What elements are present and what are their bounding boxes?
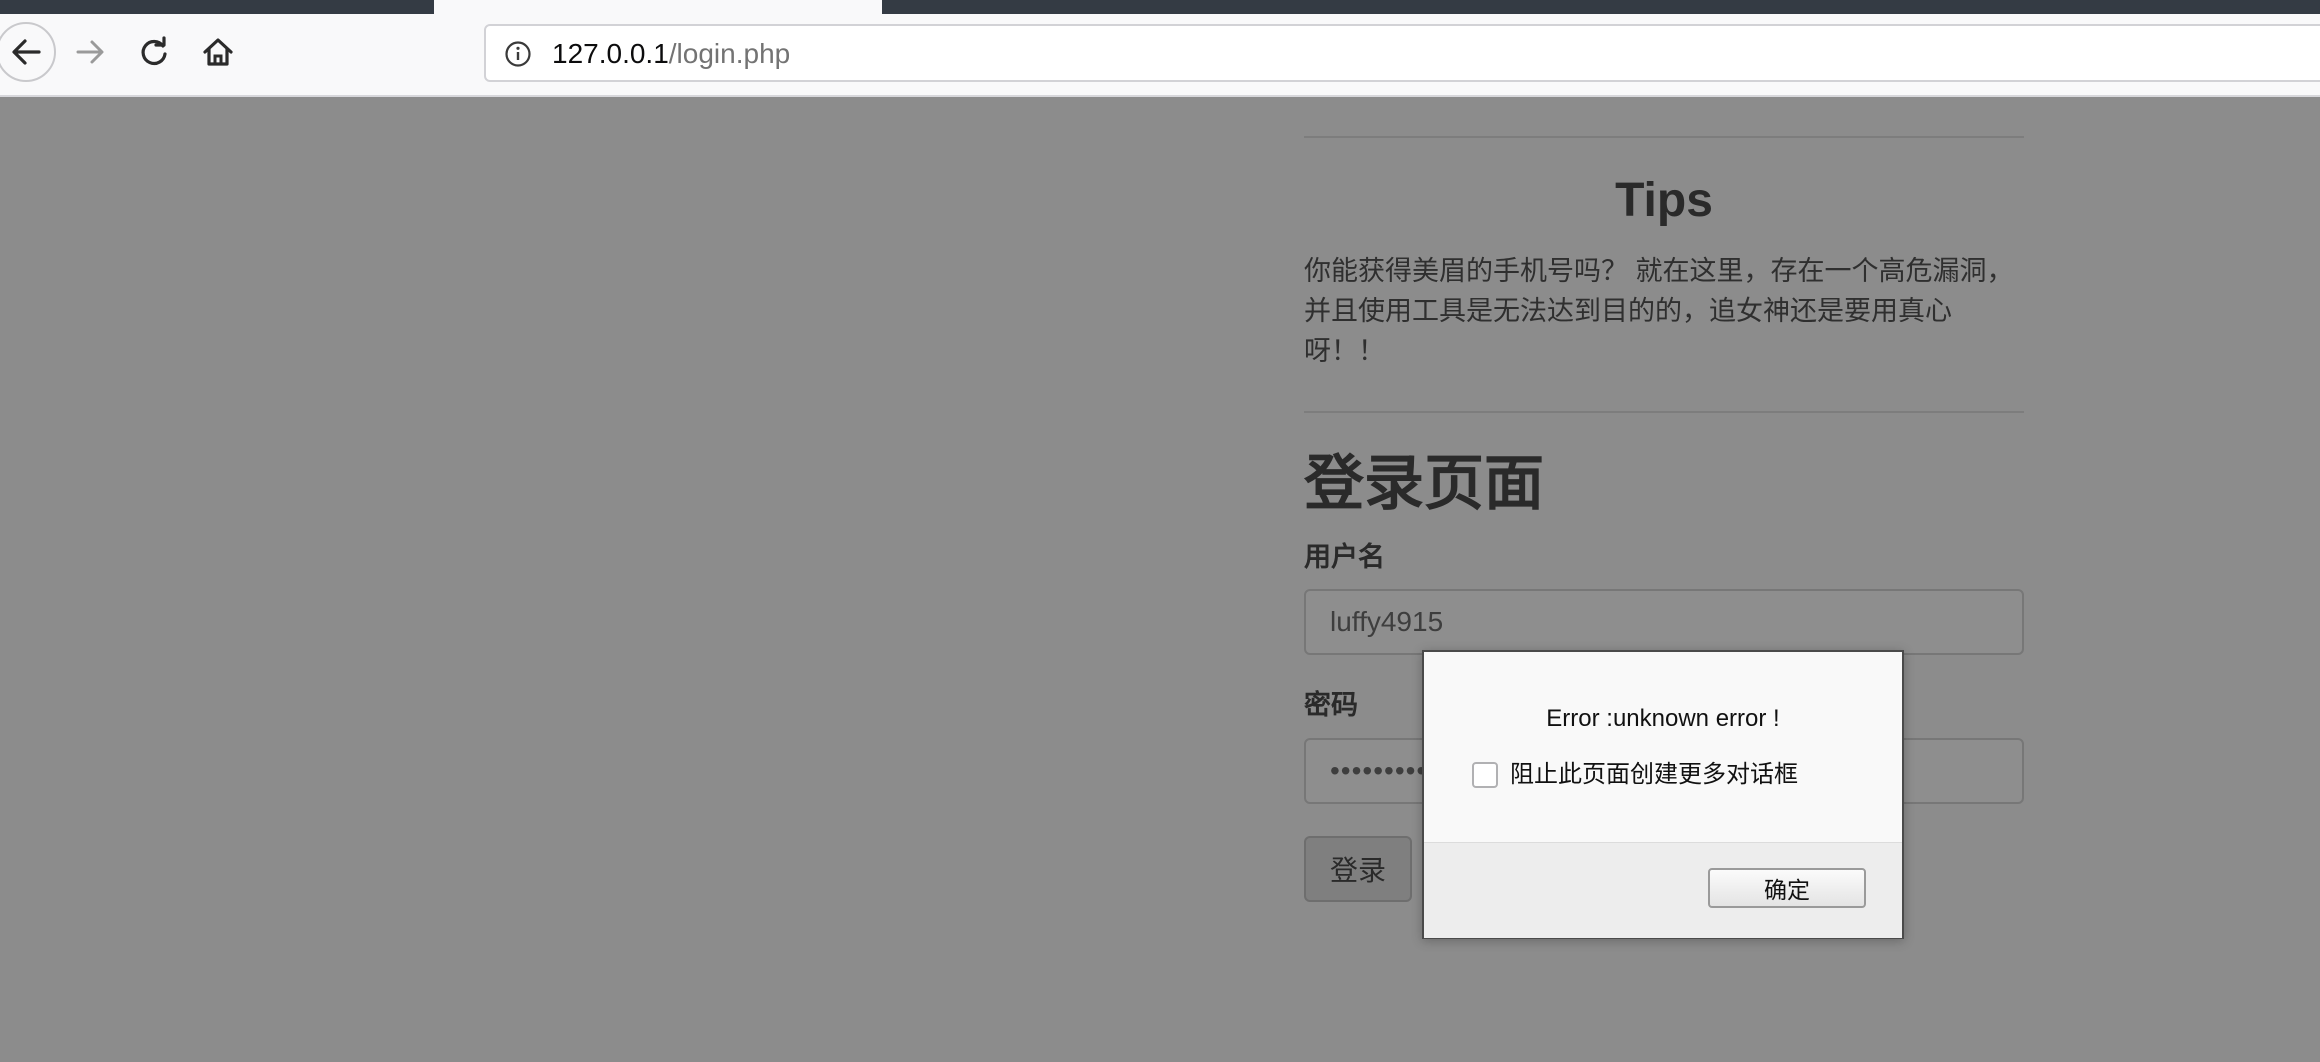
divider: [1304, 136, 2024, 138]
alert-dialog: Error :unknown error ! 阻止此页面创建更多对话框 确定: [1422, 650, 1904, 939]
username-field[interactable]: luffy4915: [1304, 589, 2024, 655]
page-viewport: Tips 你能获得美眉的手机号吗？ 就在这里，存在一个高危漏洞，并且使用工具是无…: [0, 97, 2320, 1062]
tips-text: 你能获得美眉的手机号吗？ 就在这里，存在一个高危漏洞，并且使用工具是无法达到目的…: [1304, 256, 2014, 366]
back-button[interactable]: [0, 22, 56, 82]
url-text[interactable]: 127.0.0.1/login.php: [552, 38, 790, 70]
tips-title: Tips: [1615, 174, 1713, 227]
reload-button[interactable]: [126, 24, 182, 80]
divider: [1304, 411, 2024, 413]
tab-strip: [0, 0, 2320, 14]
reload-icon: [141, 36, 167, 66]
forward-button[interactable]: [62, 24, 118, 80]
username-value: luffy4915: [1330, 606, 1444, 637]
home-icon: [203, 38, 233, 66]
password-label: 密码: [1304, 690, 1358, 720]
navigation-toolbar: 127.0.0.1/login.php: [0, 14, 2320, 97]
dialog-message: Error :unknown error !: [1546, 705, 1780, 732]
username-label: 用户名: [1304, 542, 1385, 572]
prevent-dialogs-checkbox[interactable]: [1472, 762, 1498, 788]
arrow-right-icon: [76, 40, 104, 64]
arrow-left-icon: [12, 39, 41, 65]
login-title: 登录页面: [1304, 450, 1544, 517]
url-host: 127.0.0.1: [552, 38, 669, 69]
active-tab[interactable]: [434, 0, 882, 14]
password-value: •••••••••: [1330, 755, 1428, 786]
home-button[interactable]: [190, 24, 246, 80]
prevent-dialogs-label[interactable]: 阻止此页面创建更多对话框: [1510, 760, 1798, 790]
url-path: /login.php: [668, 38, 791, 69]
login-button[interactable]: 登录: [1304, 836, 1412, 902]
ok-button[interactable]: 确定: [1708, 868, 1866, 908]
info-icon[interactable]: [504, 40, 532, 68]
address-bar[interactable]: 127.0.0.1/login.php: [484, 24, 2320, 82]
dialog-footer: 确定: [1424, 842, 1902, 938]
